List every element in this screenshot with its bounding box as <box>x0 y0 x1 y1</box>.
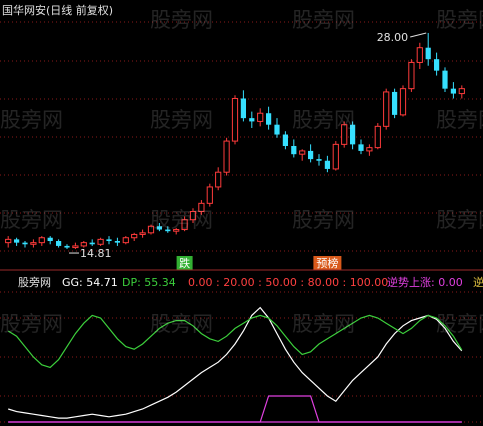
level-values-label: 0.00 : 20.00 : 50.00 : 80.00 : 100.00 <box>188 276 389 289</box>
candle-body-down <box>425 47 431 60</box>
candle-body-down <box>240 98 247 119</box>
candle-body-down <box>442 70 448 89</box>
candle-body-up <box>206 186 213 204</box>
candle-body-up <box>366 147 373 152</box>
rev-value-label: 逆势上涨: 0.00 <box>387 276 463 289</box>
candle-body-up <box>122 237 129 244</box>
candle-body-down <box>316 159 322 161</box>
candle-body-up <box>215 171 222 188</box>
dp-line <box>7 314 463 369</box>
candle-body-down <box>282 134 289 146</box>
high-pointer <box>410 32 427 38</box>
candle-body-down <box>324 160 331 169</box>
candle-body-down <box>349 124 356 145</box>
candle-body-up <box>147 225 155 234</box>
candle-body-up <box>458 88 465 95</box>
candle-body-down <box>47 237 53 242</box>
candle-body-down <box>106 239 112 242</box>
candle-body-up <box>189 211 197 221</box>
candle-body-up <box>408 61 415 90</box>
chart-canvas: 28.00 14.81 跌 预榜 <box>0 21 483 423</box>
candle-body-up <box>374 125 381 149</box>
candle-body-down <box>156 226 163 230</box>
gg-line <box>8 306 463 419</box>
dp-value-label: DP: 55.34 <box>122 276 176 289</box>
candle-body-down <box>22 242 28 245</box>
chart-window: 28.0014.81跌预榜 股旁网 股旁网 股旁网 股旁网 股旁网 股旁网 股旁… <box>0 0 483 426</box>
indicator-lines <box>7 306 463 423</box>
candle-body-up <box>383 91 390 127</box>
marker-label: 跌 <box>179 256 190 270</box>
candle-body-down <box>64 245 70 248</box>
candle-body-up <box>341 124 348 145</box>
candle-body-up <box>38 237 45 244</box>
candle-body-up <box>97 238 104 245</box>
low-price-label: 14.81 <box>80 247 112 260</box>
marker-label: 预榜 <box>316 256 338 270</box>
candle-body-up <box>231 97 239 142</box>
candle-body-down <box>307 150 314 160</box>
candle-body-down <box>291 145 297 155</box>
chart-title: 国华网安(日线 前复权) <box>2 4 114 17</box>
candles <box>5 32 465 250</box>
candle-body-down <box>165 229 171 232</box>
candle-body-up <box>30 242 37 245</box>
candle-body-up <box>139 232 146 235</box>
candle-body-down <box>249 118 255 122</box>
candle-body-up <box>416 47 423 63</box>
candle-body-up <box>173 229 180 232</box>
candle-body-up <box>5 238 12 244</box>
indicator-grid <box>0 291 483 423</box>
truncated-label: 逆 <box>473 276 483 289</box>
candle-body-down <box>391 91 398 115</box>
candle-body-up <box>399 88 407 116</box>
candle-body-up <box>299 150 306 155</box>
candle-body-up <box>131 233 138 239</box>
candle-body-up <box>223 140 230 173</box>
candle-body-down <box>265 113 272 125</box>
candle-body-down <box>274 124 280 135</box>
indicator-name: 股旁网 <box>18 276 51 289</box>
candle-body-up <box>72 245 79 249</box>
candle-body-down <box>55 241 62 246</box>
candle-body-up <box>198 202 205 213</box>
candle-body-up <box>181 219 188 231</box>
candle-body-down <box>13 239 20 243</box>
candle-body-up <box>257 112 264 122</box>
candle-body-down <box>450 88 457 94</box>
candle-body-down <box>114 241 121 243</box>
high-price-label: 28.00 <box>377 31 409 44</box>
main-grid <box>0 21 483 252</box>
candle-body-up <box>332 143 339 170</box>
candle-body-up <box>80 242 87 247</box>
annotations: 28.00 14.81 跌 预榜 <box>69 31 427 270</box>
candle-body-down <box>358 144 364 151</box>
signal-line <box>8 395 462 423</box>
gg-value-label: GG: 54.71 <box>62 276 118 289</box>
candle-body-down <box>433 59 440 71</box>
candle-body-down <box>89 242 95 245</box>
